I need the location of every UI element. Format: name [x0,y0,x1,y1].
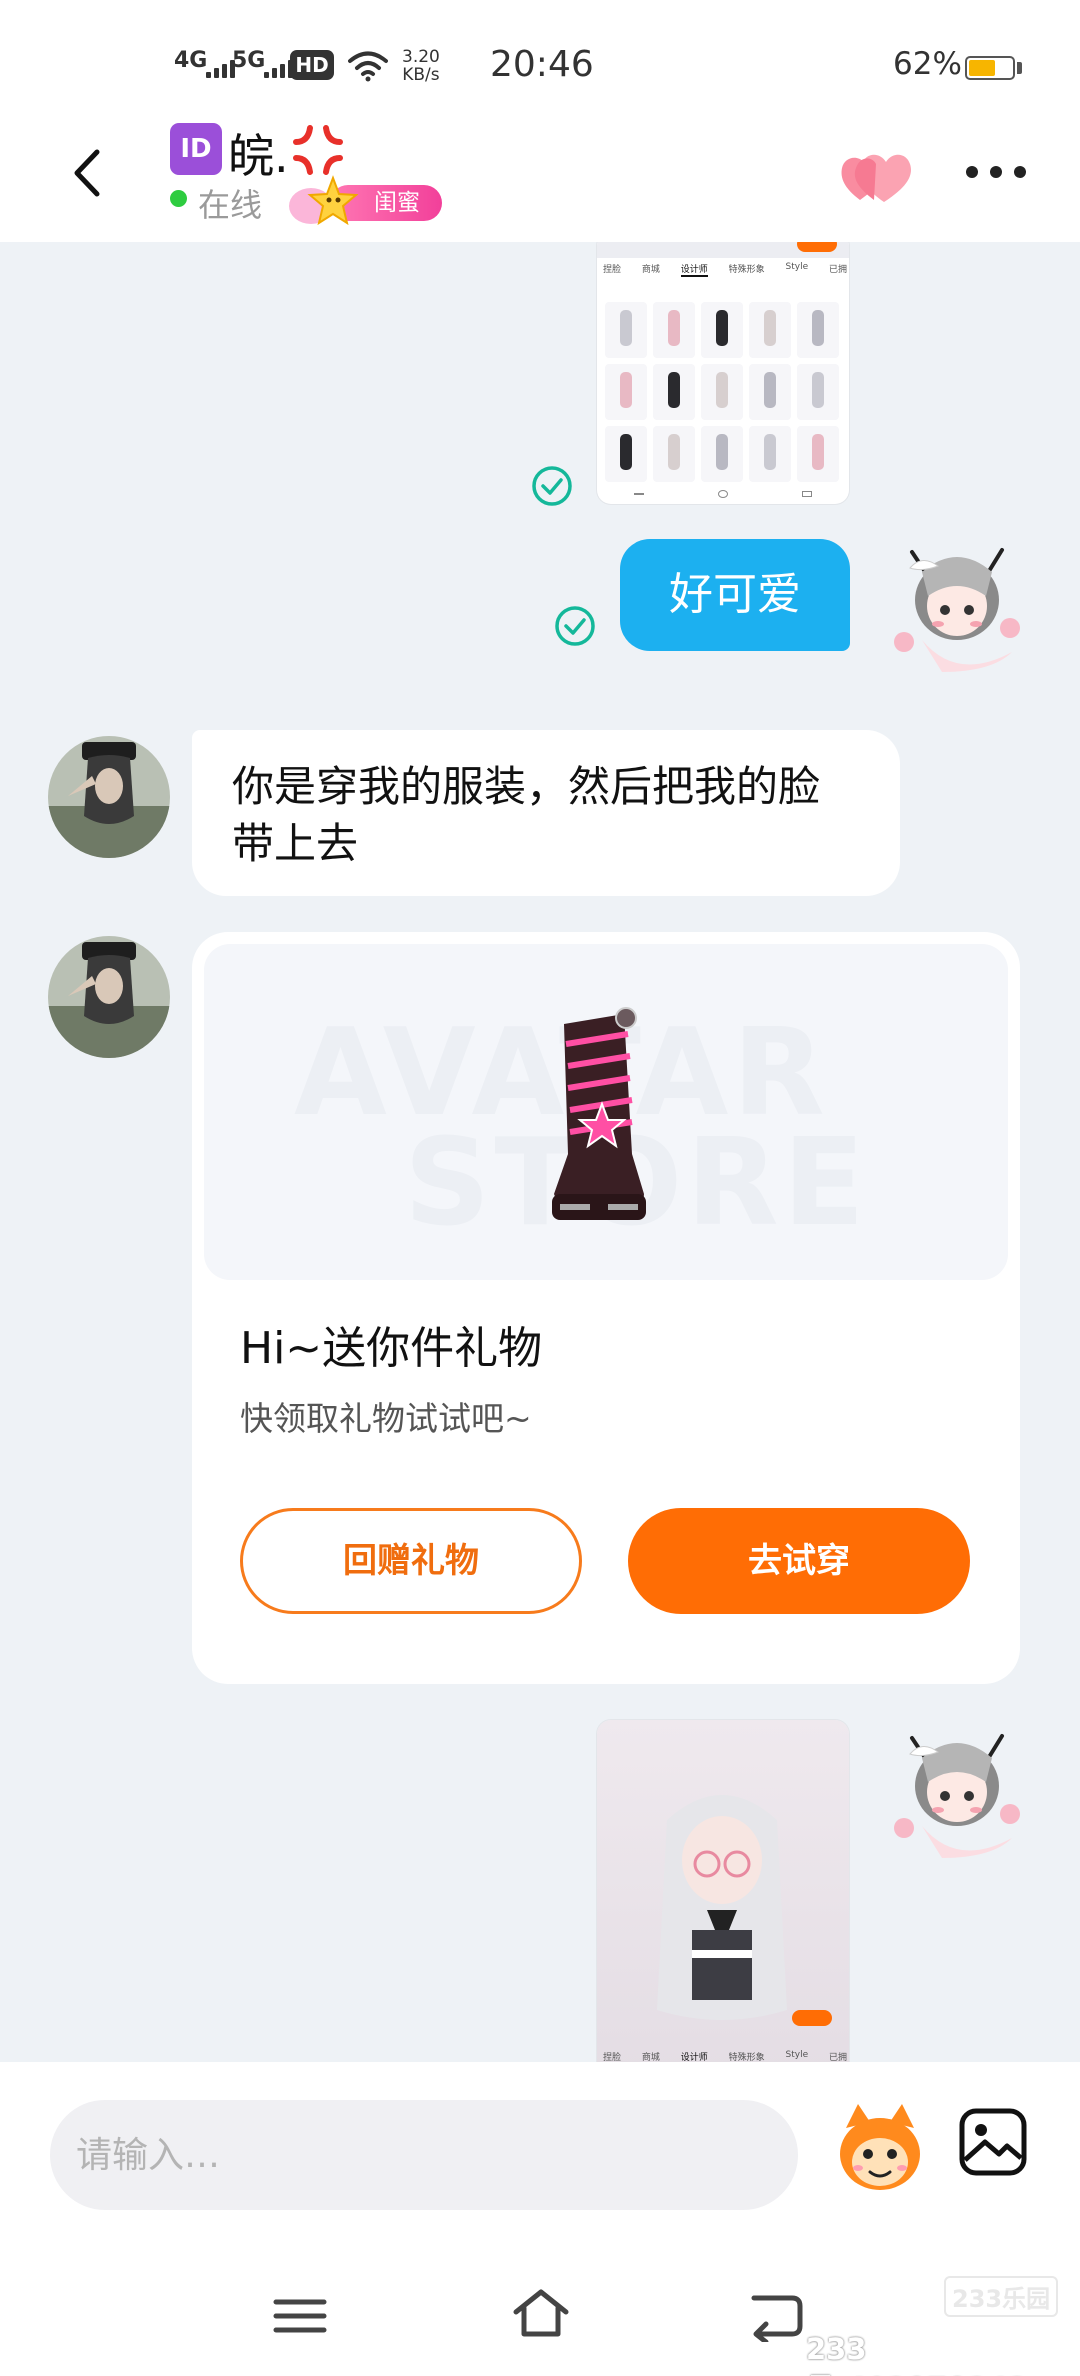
screenshot-2-tab-row: 捏脸 商城 设计师 特殊形象 Style 已拥 [603,2050,847,2062]
gift-banner: AVATAR STORE [204,944,1008,1280]
screenshot-outfit-tile [605,302,647,358]
wifi-icon [348,51,388,82]
screenshot-tab: 商城 [641,2053,660,2062]
screenshot-outfit-tile [749,302,791,358]
screenshot-outfit-tile [701,426,743,482]
network-5g-label: 5G [232,48,266,73]
signal-icon-2 [264,60,293,78]
screenshot-outfit-tile [797,302,839,358]
hearts-icon[interactable] [838,144,914,206]
screenshot-topbar [597,242,849,258]
contact-avatar[interactable] [48,736,170,858]
screenshot-tab: 设计师 [680,262,708,277]
screenshot-outfit-tile [749,426,791,482]
try-on-button[interactable]: 去试穿 [628,1508,970,1614]
screenshot-tab: 特殊形象 [728,265,765,275]
screenshot-outfit-tile [797,364,839,420]
hd-label: HD [290,50,334,80]
contact-name[interactable]: 皖. [228,120,289,186]
gift-card[interactable]: AVATAR STORE Hi~送你件礼物 快领取礼物试试吧~ 回赠礼物 去试穿 [192,932,1020,1684]
screenshot-outfit-tile [701,364,743,420]
screenshot-outfit-tile [797,426,839,482]
boots-item-image [552,1007,646,1220]
star-icon [289,175,359,226]
screenshot-outfit-tile [605,364,647,420]
input-bar [0,2062,1080,2252]
back-arrow-icon[interactable] [55,138,125,208]
chat-header: ID 皖. 在线 闺蜜 [0,120,1080,242]
screenshot-outfit-tile [653,426,695,482]
received-message-bubble[interactable]: 你是穿我的服装，然后把我的脸带上去 [192,730,900,896]
gift-title: Hi~送你件礼物 [240,1323,543,1374]
contact-avatar-2[interactable] [48,936,170,1058]
online-indicator [170,190,187,207]
battery-icon [965,56,1015,80]
screenshot-2-buy-button [792,2010,832,2026]
online-status: 在线 [198,186,263,224]
my-avatar[interactable] [882,532,1032,682]
screenshot-navbar [597,484,849,504]
chat-area[interactable]: 捏脸 商城 设计师 特殊形象 Style 已拥 好可爱 你是穿我的服装，然后把我的脸带上去 [0,242,1080,2062]
sent-message-bubble[interactable]: 好可爱 [620,539,850,651]
speed-value: 3.20 [402,47,440,67]
screenshot-tab-row: 捏脸 商城 设计师 特殊形象 Style 已拥 [603,262,847,277]
screenshot-tab: Style [785,262,809,272]
read-check-icon-2 [555,606,595,646]
signal-icon [206,60,235,78]
screenshot-buy-button [797,242,837,252]
screenshot-outfit-tile [653,302,695,358]
screenshot-tab: 已拥 [828,265,847,275]
system-nav-bar: 233乐园 233号:403979242 [0,2252,1080,2376]
screenshot-outfit-tile [701,302,743,358]
sent-screenshot-1[interactable]: 捏脸 商城 设计师 特殊形象 Style 已拥 [597,242,849,504]
sent-screenshot-2[interactable]: 捏脸 商城 设计师 特殊形象 Style 已拥 [597,1720,849,2062]
message-input[interactable] [50,2100,798,2210]
screenshot-outfit-tile [749,364,791,420]
watermark-id: 233号:403979242 [806,2332,1028,2376]
anger-icon [293,125,343,175]
screenshot-item-grid [605,302,841,482]
screenshot-character [657,1795,787,2020]
screenshot-tab: 捏脸 [603,2053,622,2062]
return-gift-button[interactable]: 回赠礼物 [240,1508,582,1614]
screenshot-tab: 设计师 [681,2050,708,2062]
image-icon[interactable] [957,2106,1029,2178]
screenshot-outfit-tile [653,364,695,420]
network-speed: 3.20 KB/s [402,48,440,84]
status-bar: 4G 5G HD 3.20 KB/s 20:46 62% [0,0,1080,120]
watermark-logo: 233乐园 [944,2276,1059,2317]
gift-subtitle: 快领取礼物试试吧~ [240,1399,532,1438]
home-icon[interactable] [510,2286,572,2340]
screenshot-tab: Style [785,2050,809,2060]
battery-percent: 62% [893,46,962,82]
screenshot-tab: 商城 [641,265,660,275]
emoji-mascot-icon[interactable] [830,2098,930,2198]
network-4g-label: 4G [174,48,208,73]
menu-icon[interactable] [272,2296,328,2336]
more-icon[interactable] [966,160,1026,184]
my-avatar-2[interactable] [882,1718,1032,1868]
speed-unit: KB/s [402,65,440,85]
read-check-icon [532,466,572,506]
id-badge: ID [170,123,222,175]
screenshot-tab: 捏脸 [603,265,622,275]
battery-fill [969,60,996,76]
screenshot-tab: 已拥 [828,2053,847,2062]
screenshot-outfit-tile [605,426,647,482]
back-icon[interactable] [748,2288,806,2342]
clock: 20:46 [490,44,594,85]
battery-cap [1017,62,1022,74]
screenshot-tab: 特殊形象 [728,2053,765,2062]
